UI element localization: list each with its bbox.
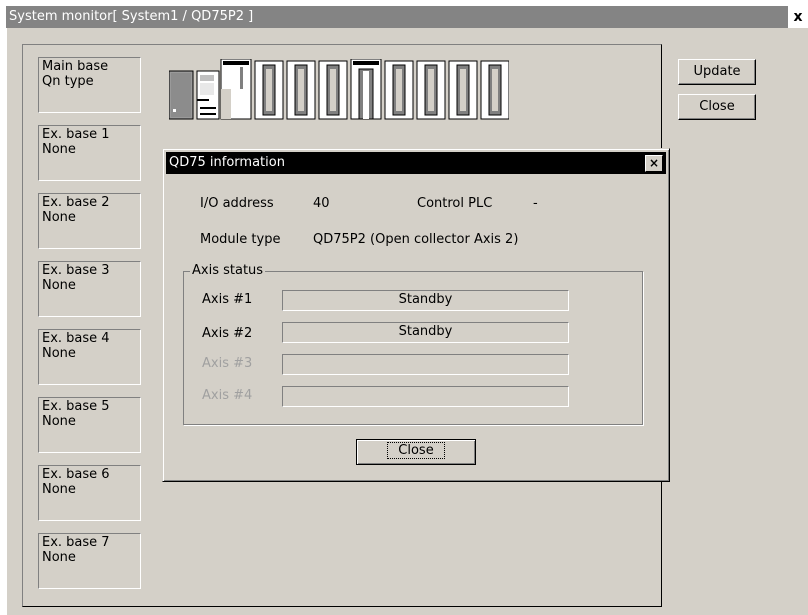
- module-rack-graphic: [168, 58, 510, 120]
- base-type: Qn type: [42, 74, 94, 89]
- dialog-close-button[interactable]: Close: [356, 439, 476, 465]
- io-module-7[interactable]: [448, 60, 478, 120]
- axis-2-status: Standby: [282, 322, 569, 343]
- io-module-6[interactable]: [416, 60, 446, 120]
- base-name: Ex. base 6: [42, 467, 110, 482]
- base-ex-2[interactable]: Ex. base 2 None: [38, 193, 141, 249]
- base-ex-7[interactable]: Ex. base 7 None: [38, 533, 141, 589]
- update-button[interactable]: Update: [678, 59, 756, 85]
- io-module-1[interactable]: [254, 60, 284, 120]
- io-module-4[interactable]: [350, 58, 382, 120]
- io-address-label: I/O address: [200, 196, 274, 211]
- axis-2-label: Axis #2: [202, 326, 253, 341]
- dialog-close-button-label: Close: [387, 442, 445, 459]
- main-base-slots: [168, 58, 510, 120]
- base-name: Ex. base 4: [42, 331, 110, 346]
- axis-3-label: Axis #3: [202, 356, 253, 371]
- dialog-close-icon[interactable]: ×: [645, 155, 663, 172]
- base-main[interactable]: Main base Qn type: [38, 57, 141, 113]
- base-type: None: [42, 142, 76, 157]
- window-close-icon[interactable]: x: [788, 6, 808, 28]
- window-title: System monitor[ System1 / QD75P2 ]: [9, 9, 254, 24]
- window-titlebar[interactable]: System monitor[ System1 / QD75P2 ] x: [6, 6, 808, 28]
- axis-status-group: Axis status Axis #1 Standby Axis #2 Stan…: [183, 263, 643, 425]
- io-module-8[interactable]: [480, 60, 510, 120]
- control-plc-value: -: [533, 196, 538, 211]
- axis-1-status: Standby: [282, 290, 569, 311]
- power-supply-module[interactable]: [168, 70, 194, 120]
- module-type-value: QD75P2 (Open collector Axis 2): [313, 232, 519, 247]
- base-type: None: [42, 346, 76, 361]
- dialog-title: QD75 information: [169, 155, 285, 170]
- base-ex-3[interactable]: Ex. base 3 None: [38, 261, 141, 317]
- axis-status-title: Axis status: [190, 263, 266, 278]
- axis-4-status: [282, 386, 569, 407]
- base-name: Ex. base 2: [42, 195, 110, 210]
- base-type: None: [42, 210, 76, 225]
- io-module-5[interactable]: [384, 60, 414, 120]
- axis-3-status: [282, 354, 569, 375]
- system-monitor-window: System monitor[ System1 / QD75P2 ] x Mai…: [6, 6, 808, 615]
- io-address-value: 40: [313, 196, 330, 211]
- dialog-titlebar[interactable]: QD75 information ×: [166, 152, 666, 174]
- io-module-3[interactable]: [318, 60, 348, 120]
- qd75-info-dialog: QD75 information × I/O address 40 Contro…: [162, 148, 670, 482]
- qd75-module[interactable]: [220, 58, 252, 120]
- base-ex-1[interactable]: Ex. base 1 None: [38, 125, 141, 181]
- base-name: Ex. base 7: [42, 535, 110, 550]
- axis-4-label: Axis #4: [202, 388, 253, 403]
- control-plc-label: Control PLC: [417, 196, 493, 211]
- module-type-label: Module type: [200, 232, 281, 247]
- base-ex-5[interactable]: Ex. base 5 None: [38, 397, 141, 453]
- base-name: Ex. base 3: [42, 263, 110, 278]
- base-ex-6[interactable]: Ex. base 6 None: [38, 465, 141, 521]
- base-type: None: [42, 414, 76, 429]
- io-module-2[interactable]: [286, 60, 316, 120]
- cpu-module[interactable]: [196, 70, 220, 120]
- base-type: None: [42, 550, 76, 565]
- close-button[interactable]: Close: [678, 94, 756, 120]
- axis-1-label: Axis #1: [202, 292, 253, 307]
- base-name: Ex. base 1: [42, 127, 110, 142]
- base-name: Main base: [42, 59, 109, 74]
- base-ex-4[interactable]: Ex. base 4 None: [38, 329, 141, 385]
- base-name: Ex. base 5: [42, 399, 110, 414]
- base-type: None: [42, 482, 76, 497]
- base-type: None: [42, 278, 76, 293]
